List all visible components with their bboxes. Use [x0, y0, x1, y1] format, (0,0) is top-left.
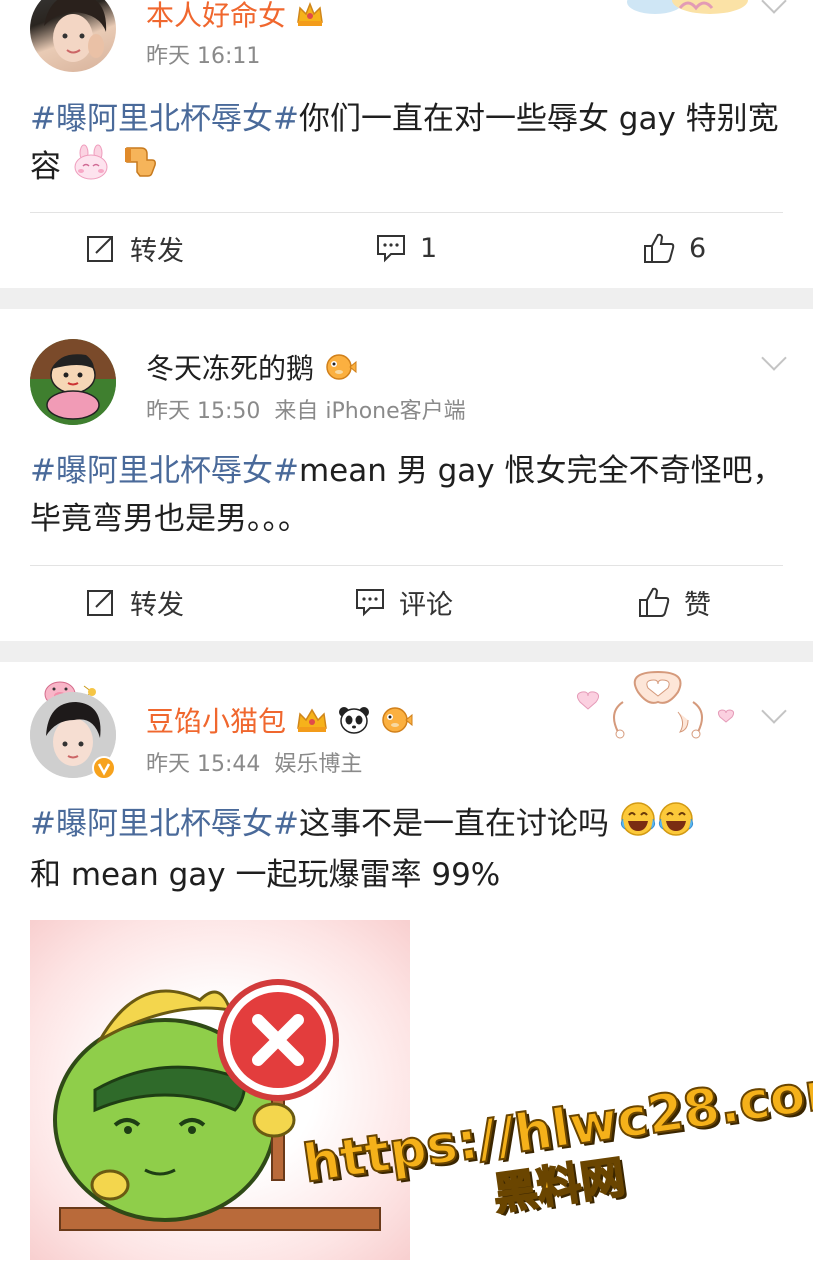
post-content: #曝阿里北杯辱女#mean 男 gay 恨女完全不奇怪吧，毕竟弯男也是男。。。 [30, 453, 784, 537]
repost-icon [87, 236, 113, 262]
post-content: #曝阿里北杯辱女#这事不是一直在讨论吗 和 mean gay 一起玩爆雷率 99… [30, 800, 786, 899]
panda-icon [338, 705, 370, 742]
laugh-cry-emoji-icon [657, 801, 695, 851]
comment-button[interactable]: 1 [376, 228, 437, 268]
crown-icon [295, 0, 325, 35]
post-separator [0, 641, 813, 662]
repost-button[interactable]: 转发 [86, 228, 184, 268]
decoration-badge [625, 0, 753, 18]
puffer-fish-icon [379, 705, 413, 742]
rabbit-emoji-icon [71, 144, 111, 194]
username[interactable]: 豆馅小猫包 [146, 700, 413, 742]
post-time: 昨天 16:11 [146, 44, 261, 69]
divider [30, 212, 783, 213]
like-icon [639, 587, 670, 617]
username[interactable]: 本人好命女 [146, 0, 325, 35]
post-content: #曝阿里北杯辱女#你们一直在对一些辱女 gay 特别宽容 [30, 95, 786, 194]
chevron-down-icon[interactable] [761, 698, 787, 724]
user-tag: 娱乐博主 [274, 752, 363, 777]
like-button[interactable]: 6 [643, 228, 706, 268]
crown-icon [295, 706, 329, 741]
post-card: 冬天冻死的鹅 昨天 15:50 来自 iPhone客户端 #曝阿里北杯辱女#me… [0, 309, 813, 641]
post-time: 昨天 15:50 来自 iPhone客户端 [146, 399, 466, 424]
comment-button[interactable]: 评论 [355, 582, 453, 622]
hashtag-link[interactable]: #曝阿里北杯辱女# [30, 453, 299, 489]
avatar[interactable] [30, 339, 116, 425]
puffer-fish-icon [323, 352, 357, 389]
comment-icon [377, 235, 405, 263]
divider [30, 565, 783, 566]
chevron-down-icon[interactable] [761, 0, 787, 14]
repost-button[interactable]: 转发 [86, 582, 184, 622]
repost-icon [87, 590, 113, 616]
post-time: 昨天 15:44 娱乐博主 [146, 752, 363, 777]
decoration-badge [568, 662, 748, 752]
hashtag-link[interactable]: #曝阿里北杯辱女# [30, 101, 299, 137]
comment-icon [356, 589, 384, 617]
hashtag-link[interactable]: #曝阿里北杯辱女# [30, 806, 299, 842]
username[interactable]: 冬天冻死的鹅 [146, 347, 357, 389]
like-icon [644, 233, 675, 263]
like-button[interactable]: 赞 [638, 582, 711, 622]
chevron-down-icon[interactable] [761, 345, 787, 371]
post-separator [0, 288, 813, 309]
laugh-cry-emoji-icon [619, 801, 657, 851]
thumbs-down-emoji-icon [121, 144, 157, 194]
post-card: 本人好命女 昨天 16:11 #曝阿里北杯辱女#你们一直在对一些辱女 gay 特… [0, 0, 813, 288]
verified-icon [92, 756, 116, 784]
avatar[interactable] [30, 0, 116, 72]
post-source: 来自 iPhone客户端 [274, 399, 466, 424]
